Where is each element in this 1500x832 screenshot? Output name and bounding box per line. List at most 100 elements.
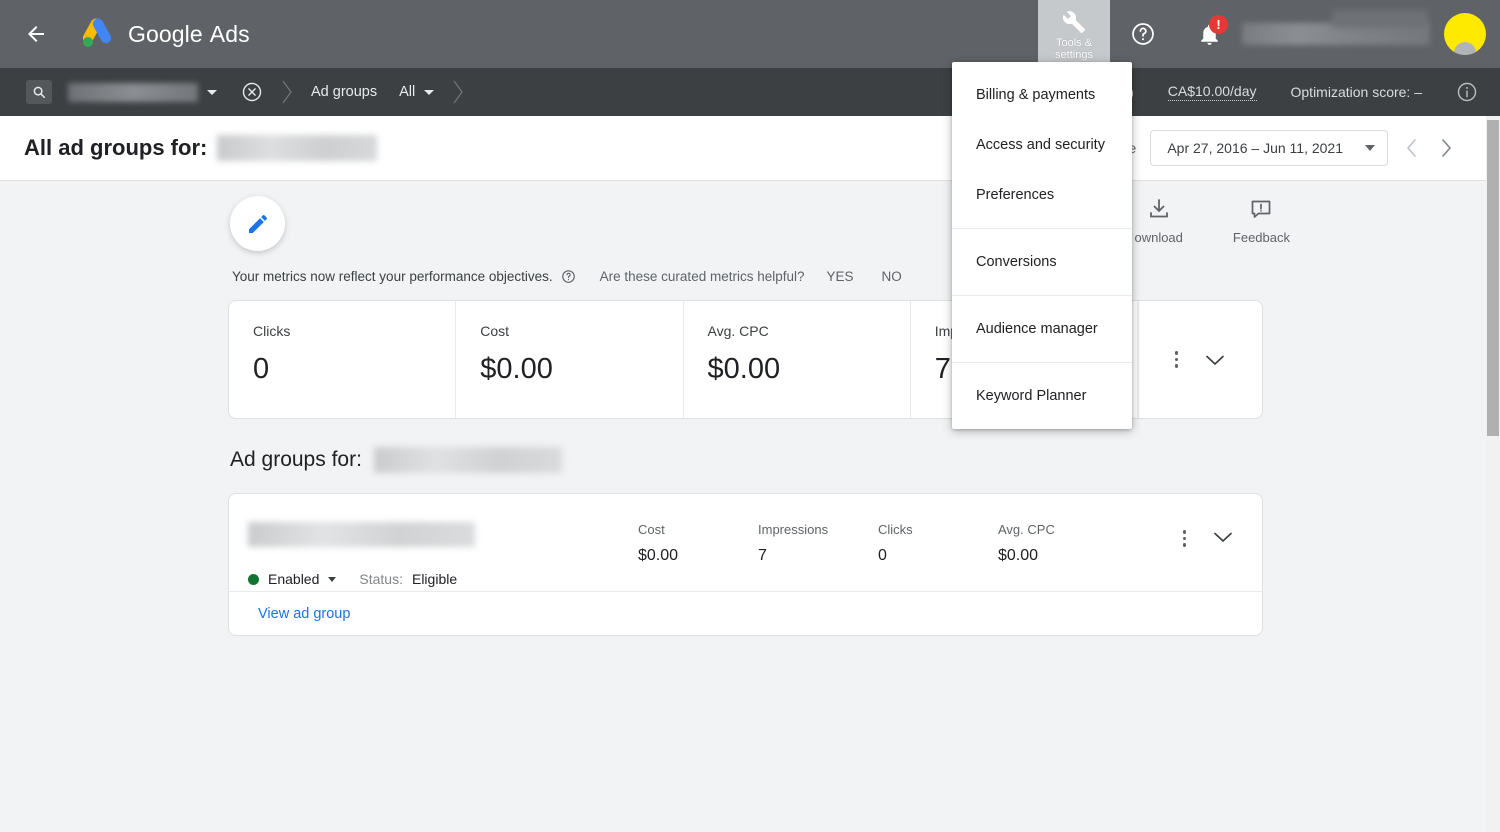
optimization-score: Optimization score: – xyxy=(1290,84,1423,100)
account-id-blurred xyxy=(1332,10,1428,28)
app-root: Google Ads Tools & settings ! Ad groups … xyxy=(0,0,1500,832)
download-label: ownload xyxy=(1134,230,1183,245)
metric-value: 0 xyxy=(253,353,270,385)
main-content: ownload Feedback Your metrics now reflec… xyxy=(0,181,1486,832)
metrics-note-text: Your metrics now reflect your performanc… xyxy=(232,269,553,284)
breadcrumb-chevron-right-icon xyxy=(279,79,295,105)
edit-pencil-button[interactable] xyxy=(230,196,285,251)
metric-label: Cost xyxy=(480,323,510,339)
metrics-more-options-icon[interactable] xyxy=(1174,351,1179,368)
ad-groups-heading-account-blurred xyxy=(373,447,562,473)
metric-tile-clicks[interactable]: Clicks 0 xyxy=(229,301,457,418)
status-prefix-label: Status: xyxy=(359,571,403,587)
date-range-controls: l time Apr 27, 2016 – Jun 11, 2021 xyxy=(1103,130,1456,166)
ad-group-metric-cost: Cost $0.00 xyxy=(638,494,758,591)
metric-label: Avg. CPC xyxy=(707,323,769,339)
tools-and-settings-button[interactable]: Tools & settings xyxy=(1038,0,1110,68)
metrics-card-actions xyxy=(1138,301,1262,418)
tools-settings-label: Tools & settings xyxy=(1055,36,1093,61)
ad-group-status-row: Enabled Status: Eligible xyxy=(248,571,638,587)
wrench-icon xyxy=(1062,10,1085,33)
metrics-note-help-circle-icon[interactable] xyxy=(561,269,576,284)
date-range-value: Apr 27, 2016 – Jun 11, 2021 xyxy=(1167,140,1343,156)
menu-item-conversions[interactable]: Conversions xyxy=(952,237,1132,287)
feedback-icon xyxy=(1252,200,1271,218)
menu-divider xyxy=(952,362,1132,363)
view-ad-group-link[interactable]: View ad group xyxy=(258,606,350,622)
download-button[interactable]: ownload xyxy=(1134,197,1183,245)
budget-and-score: ) CA$10.00/day Optimization score: – xyxy=(1129,81,1478,103)
metrics-expand-chevron-down-icon[interactable] xyxy=(1204,353,1226,367)
ad-group-metric-avg-cpc: Avg. CPC $0.00 xyxy=(998,494,1118,591)
notifications-bell-icon[interactable]: ! xyxy=(1189,14,1229,54)
account-dropdown-chevron-down-icon[interactable] xyxy=(207,89,217,95)
ad-group-expand-chevron-down-icon[interactable] xyxy=(1212,530,1234,544)
metrics-feedback-no[interactable]: NO xyxy=(882,269,902,284)
account-selector-blurred[interactable] xyxy=(68,82,198,102)
help-circle-icon[interactable] xyxy=(1123,14,1163,54)
header-actions: Tools & settings ! xyxy=(1038,0,1500,68)
curated-metrics-note: Your metrics now reflect your performanc… xyxy=(232,269,902,284)
daily-budget[interactable]: CA$10.00/day xyxy=(1167,83,1257,101)
notification-badge: ! xyxy=(1209,15,1228,34)
ad-group-metric-impressions: Impressions 7 xyxy=(758,494,878,591)
breadcrumb-ad-groups[interactable]: Ad groups xyxy=(311,84,377,100)
page-title: All ad groups for: xyxy=(24,135,378,161)
vertical-scrollbar-thumb[interactable] xyxy=(1487,120,1499,436)
metric-label: Avg. CPC xyxy=(998,522,1055,537)
metric-tile-avg-cpc[interactable]: Avg. CPC $0.00 xyxy=(684,301,911,418)
ad-group-name-column: Enabled Status: Eligible xyxy=(248,494,638,591)
menu-item-access-security[interactable]: Access and security xyxy=(952,120,1132,170)
ad-group-metric-clicks: Clicks 0 xyxy=(878,494,998,591)
breadcrumb-all[interactable]: All xyxy=(399,84,415,100)
menu-item-audience-manager[interactable]: Audience manager xyxy=(952,304,1132,354)
date-prev-chevron-left-icon[interactable] xyxy=(1402,137,1422,159)
metric-value: 7 xyxy=(758,547,767,564)
date-next-chevron-right-icon[interactable] xyxy=(1436,137,1456,159)
back-arrow-icon[interactable] xyxy=(20,18,52,50)
user-avatar[interactable] xyxy=(1444,13,1486,55)
metric-value: $0.00 xyxy=(707,353,781,385)
brand-title: Google Ads xyxy=(128,21,250,48)
download-icon xyxy=(1149,199,1168,218)
search-icon[interactable] xyxy=(26,80,52,104)
status-chevron-down-icon[interactable] xyxy=(328,576,337,582)
metrics-feedback-yes[interactable]: YES xyxy=(827,269,854,284)
page-title-bar: All ad groups for: l time Apr 27, 2016 –… xyxy=(0,116,1486,181)
breadcrumb-bar: Ad groups All ) CA$10.00/day Optimizatio… xyxy=(0,68,1500,116)
metric-label: Clicks xyxy=(253,323,291,339)
menu-item-billing-payments[interactable]: Billing & payments xyxy=(952,70,1132,120)
feedback-button[interactable]: Feedback xyxy=(1233,197,1290,245)
ad-groups-heading-text: Ad groups for: xyxy=(230,448,362,471)
brand-google: Google xyxy=(128,20,203,47)
metric-value: 0 xyxy=(878,547,887,564)
menu-divider xyxy=(952,228,1132,229)
metric-label: Cost xyxy=(638,522,665,537)
ad-group-card-footer: View ad group xyxy=(229,591,1262,636)
info-circle-icon[interactable] xyxy=(1456,81,1478,103)
page-title-account-blurred xyxy=(217,135,378,161)
metric-label: Impressions xyxy=(758,522,829,537)
ad-group-row-actions xyxy=(1182,494,1263,591)
metric-value: $0.00 xyxy=(480,353,553,385)
ad-group-row: Enabled Status: Eligible Cost $0.00 Impr… xyxy=(229,494,1262,591)
feedback-label: Feedback xyxy=(1232,230,1290,245)
status-value: Eligible xyxy=(411,571,458,587)
date-range-chevron-down-icon xyxy=(1365,145,1375,151)
all-dropdown-chevron-down-icon[interactable] xyxy=(424,89,435,95)
close-circle-icon[interactable] xyxy=(241,81,263,103)
menu-item-keyword-planner[interactable]: Keyword Planner xyxy=(952,371,1132,421)
metric-value: $0.00 xyxy=(998,547,1039,564)
metric-value: $0.00 xyxy=(638,547,679,564)
ad-group-card: Enabled Status: Eligible Cost $0.00 Impr… xyxy=(228,493,1263,636)
ad-groups-section-heading: Ad groups for: xyxy=(230,447,562,473)
date-range-picker[interactable]: Apr 27, 2016 – Jun 11, 2021 xyxy=(1150,130,1388,166)
ad-group-more-options-icon[interactable] xyxy=(1182,530,1186,547)
status-dot-enabled-icon xyxy=(248,573,259,585)
menu-divider xyxy=(952,295,1132,296)
content-toolbar: ownload Feedback xyxy=(1134,197,1290,245)
menu-item-preferences[interactable]: Preferences xyxy=(952,170,1132,220)
metric-tile-cost[interactable]: Cost $0.00 xyxy=(456,301,684,418)
ad-group-status-label[interactable]: Enabled xyxy=(268,571,319,587)
ad-group-name-blurred[interactable] xyxy=(248,522,475,547)
